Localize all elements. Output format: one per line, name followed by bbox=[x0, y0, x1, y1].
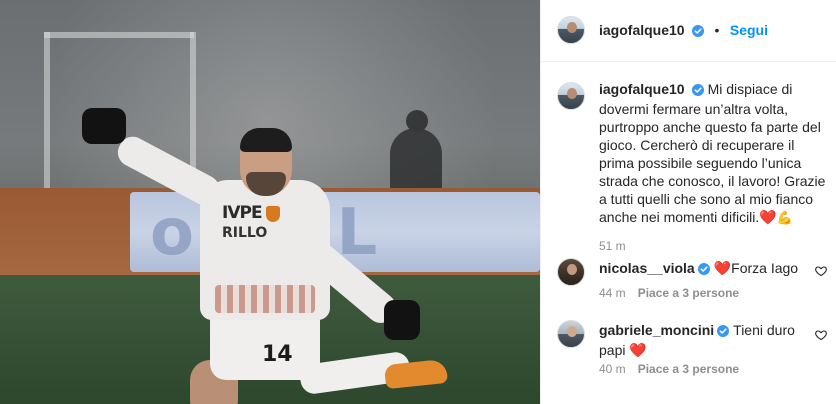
caption-timestamp[interactable]: 51 m bbox=[599, 237, 829, 255]
verified-badge-icon bbox=[717, 323, 730, 341]
comment-meta: 44 m Piace a 3 persone bbox=[599, 286, 739, 300]
avatar[interactable] bbox=[557, 320, 585, 348]
header-user-row: iagofalque10 • Segui bbox=[599, 22, 768, 42]
verified-badge-icon bbox=[692, 24, 705, 42]
heart-outline-icon bbox=[815, 266, 827, 277]
separator-dot: • bbox=[714, 22, 720, 38]
avatar[interactable] bbox=[557, 258, 585, 286]
avatar-face bbox=[567, 22, 577, 33]
follow-button[interactable]: Segui bbox=[730, 22, 768, 38]
verified-badge-icon bbox=[691, 82, 704, 100]
shirt-number: 14 bbox=[262, 342, 293, 367]
caption-username[interactable]: iagofalque10 bbox=[599, 81, 685, 97]
heart-emoji-icon: ❤️ bbox=[629, 342, 647, 358]
like-comment-button[interactable] bbox=[815, 264, 829, 278]
like-comment-button[interactable] bbox=[815, 328, 829, 342]
flexed-biceps-emoji-icon: 💪 bbox=[776, 210, 793, 225]
heart-emoji-icon: ❤️ bbox=[713, 260, 732, 276]
shirt-stripes bbox=[215, 285, 315, 313]
football-player: IVPE RILLO 14 bbox=[0, 0, 540, 404]
author-username[interactable]: iagofalque10 bbox=[599, 22, 685, 38]
player-glove bbox=[82, 108, 126, 144]
player-glove bbox=[384, 300, 420, 340]
comment-likes[interactable]: Piace a 3 persone bbox=[638, 362, 739, 376]
post-side-panel: iagofalque10 • Segui iagofalque10 Mi dis… bbox=[540, 0, 836, 404]
player-hair bbox=[240, 128, 292, 152]
caption-body: iagofalque10 Mi dispiace di dovermi ferm… bbox=[599, 80, 829, 255]
caption-text: Mi dispiace di dovermi fermare un’altra … bbox=[599, 81, 826, 225]
comment-username[interactable]: nicolas__viola bbox=[599, 260, 695, 276]
comment-text: Forza Iago bbox=[731, 260, 799, 276]
comment-timestamp[interactable]: 44 m bbox=[599, 286, 626, 300]
heart-outline-icon bbox=[815, 330, 827, 341]
heart-emoji-icon: ❤️ bbox=[759, 209, 777, 225]
avatar-face bbox=[567, 326, 577, 337]
post-header: iagofalque10 • Segui bbox=[541, 0, 836, 62]
post-photo[interactable]: o GEL IVPE RILLO 14 bbox=[0, 0, 540, 404]
avatar-face bbox=[567, 88, 577, 99]
comment-timestamp[interactable]: 40 m bbox=[599, 362, 626, 376]
verified-badge-icon bbox=[697, 261, 710, 279]
player-boot bbox=[383, 358, 449, 390]
avatar[interactable] bbox=[557, 82, 585, 110]
avatar[interactable] bbox=[557, 16, 585, 44]
comment: nicolas__viola ❤️Forza Iago 44 m Piace a … bbox=[557, 256, 827, 304]
comment-meta: 40 m Piace a 3 persone bbox=[599, 362, 739, 376]
comment-username[interactable]: gabriele_moncini bbox=[599, 322, 714, 338]
comment-likes[interactable]: Piace a 3 persone bbox=[638, 286, 739, 300]
club-crest bbox=[266, 206, 280, 222]
shirt-sponsor-secondary: RILLO bbox=[222, 225, 268, 241]
comment: gabriele_moncini Tieni duro papi ❤️ 40 m… bbox=[557, 318, 827, 378]
comment-body: gabriele_moncini Tieni duro papi ❤️ bbox=[599, 321, 799, 359]
comment-body: nicolas__viola ❤️Forza Iago bbox=[599, 259, 799, 279]
avatar-face bbox=[567, 264, 577, 275]
